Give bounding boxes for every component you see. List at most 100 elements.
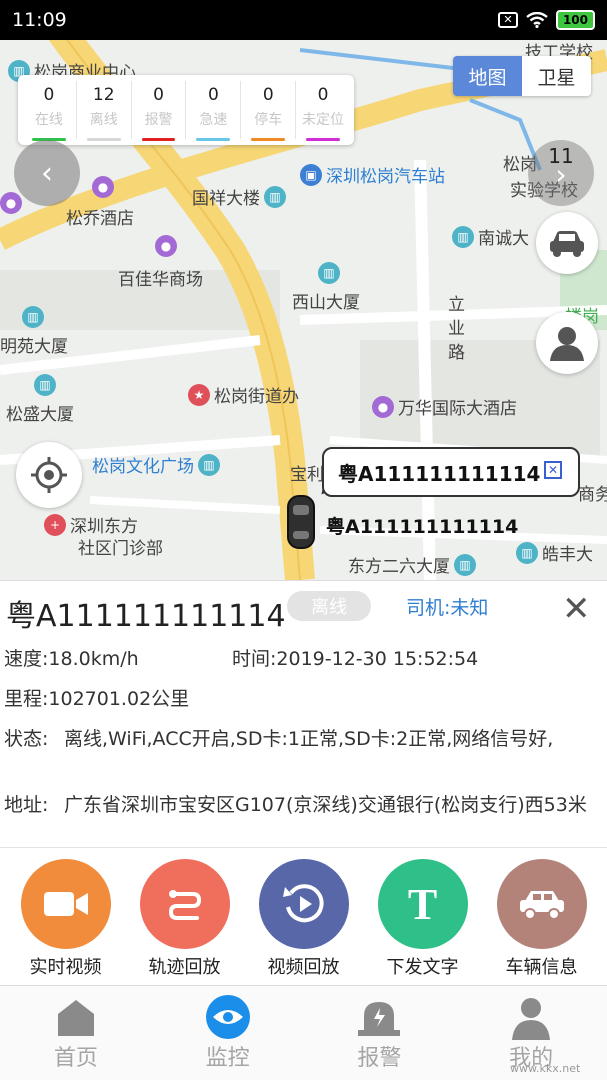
chevron-right-icon: › xyxy=(555,158,567,191)
count-speeding[interactable]: 0 急速 xyxy=(186,81,242,141)
poi: ▥ xyxy=(22,306,44,328)
hotel-icon: ● xyxy=(0,192,22,214)
hotel-icon: ● xyxy=(372,395,394,418)
car-icon xyxy=(550,231,584,257)
clinic-icon: + xyxy=(44,513,66,536)
state-value: 离线,WiFi,ACC开启,SD卡:1正常,SD卡:2正常,网络信号好, xyxy=(64,728,554,750)
popup-plate: 粤A111111111114 xyxy=(338,461,541,486)
speed-row: 速度:18.0km/h xyxy=(4,648,139,670)
user-icon xyxy=(455,994,607,1040)
address-label: 地址: xyxy=(4,794,49,816)
status-time: 11:09 xyxy=(12,9,67,31)
poi: 宝利 xyxy=(290,465,324,485)
poi: ▥ xyxy=(34,374,56,396)
poi: 路 xyxy=(448,343,465,363)
vehicle-marker[interactable] xyxy=(287,495,315,549)
poi: 松乔酒店 xyxy=(66,209,134,229)
previous-vehicle-button[interactable]: ‹ xyxy=(14,140,80,206)
wifi-icon xyxy=(526,12,548,28)
poi: ▥ 南诚大 xyxy=(452,224,529,249)
send-text-button[interactable]: T 下发文字 xyxy=(368,859,478,979)
building-icon: ▥ xyxy=(264,185,286,208)
battery-indicator: 100 xyxy=(555,10,595,30)
count-alarm[interactable]: 0 报警 xyxy=(132,81,187,141)
tab-monitor[interactable]: 监控 xyxy=(152,986,304,1080)
tab-alarm[interactable]: 报警 xyxy=(304,986,456,1080)
track-playback-button[interactable]: 轨迹回放 xyxy=(130,859,240,979)
vehicle-popup[interactable]: 粤A111111111114 ✕ xyxy=(322,447,580,497)
vehicle-plate: 粤A111111111114 xyxy=(6,599,286,634)
vehicle-status-counts: 0 在线 12 离线 0 报警 0 急速 0 停车 0 未定位 xyxy=(18,75,354,145)
poi: ● xyxy=(155,235,177,257)
building-icon: ▥ xyxy=(454,553,476,576)
video-camera-icon xyxy=(20,859,111,949)
poi: 国祥大楼 ▥ xyxy=(192,184,286,209)
poi: ● 万华国际大酒店 xyxy=(372,394,517,419)
poi: 业 xyxy=(448,319,465,339)
building-icon: ▥ xyxy=(22,306,44,328)
count-indicator xyxy=(306,138,340,141)
building-icon: ▥ xyxy=(34,374,56,396)
poi: 明苑大厦 xyxy=(0,337,68,357)
building-icon: ▥ xyxy=(516,541,538,564)
no-sim-icon: ✕ xyxy=(497,12,518,28)
status-icons: ✕ 100 xyxy=(497,10,595,30)
tab-home[interactable]: 首页 xyxy=(0,986,152,1080)
vehicle-list-button[interactable] xyxy=(536,212,598,274)
poi: ▥ xyxy=(318,262,340,284)
poi: ★ 松岗街道办 xyxy=(188,382,299,407)
video-playback-button[interactable]: 视频回放 xyxy=(249,859,359,979)
map-type-satellite[interactable]: 卫星 xyxy=(522,56,591,96)
poi: 立 xyxy=(448,295,465,315)
state-label: 状态: xyxy=(4,728,49,750)
locate-button[interactable] xyxy=(16,442,82,508)
map-type-toggle: 地图 卫星 xyxy=(453,56,591,96)
vehicle-marker-label: 粤A111111111114 xyxy=(326,516,519,538)
status-bar: 11:09 ✕ 100 xyxy=(0,0,607,40)
driver-info[interactable]: 司机:未知 xyxy=(406,593,488,620)
action-buttons: 实时视频 轨迹回放 视频回放 T 下发文字 车辆信息 xyxy=(0,859,607,979)
mileage-row: 里程:102701.02公里 xyxy=(4,688,190,710)
count-offline[interactable]: 12 离线 xyxy=(77,81,132,141)
count-parked[interactable]: 0 停车 xyxy=(241,81,297,141)
time-row: 时间:2019-12-30 15:52:54 xyxy=(232,648,479,670)
vehicle-info-button[interactable]: 车辆信息 xyxy=(487,859,597,979)
shopping-icon: ● xyxy=(155,235,177,257)
poi: 商务 xyxy=(578,485,607,505)
speed-value: 18.0km/h xyxy=(48,648,139,670)
poi: 松岗文化广场 ▥ xyxy=(92,452,220,477)
driver-button[interactable] xyxy=(536,312,598,374)
mileage-value: 102701.02公里 xyxy=(48,688,190,710)
hotel-icon: ● xyxy=(92,176,114,198)
address-value: 广东省深圳市宝安区G107(京深线)交通银行(松岗支行)西53米 xyxy=(64,794,587,816)
government-icon: ★ xyxy=(188,383,210,406)
next-vehicle-button[interactable]: 11 › xyxy=(528,140,594,206)
poi: 社区门诊部 xyxy=(78,539,163,559)
count-indicator xyxy=(141,138,176,141)
car-icon xyxy=(496,859,587,949)
vehicle-detail-panel: 粤A111111111114 离线 司机:未知 ✕ 速度:18.0km/h 时间… xyxy=(0,580,607,985)
status-badge: 离线 xyxy=(287,591,371,621)
poi: 松盛大厦 xyxy=(6,405,74,425)
time-value: 2019-12-30 15:52:54 xyxy=(276,648,479,670)
park-icon: ▥ xyxy=(198,453,220,476)
bus-icon: ▣ xyxy=(300,163,322,186)
eye-icon xyxy=(152,994,304,1040)
watermark: www.kkx.net xyxy=(510,1062,581,1075)
text-icon: T xyxy=(377,859,468,949)
poi: 百佳华商场 xyxy=(118,270,203,290)
poi: ▥ 皓丰大 xyxy=(516,540,593,565)
close-icon[interactable]: ✕ xyxy=(562,589,591,629)
count-online[interactable]: 0 在线 xyxy=(22,81,77,141)
live-video-button[interactable]: 实时视频 xyxy=(11,859,121,979)
count-unlocated[interactable]: 0 未定位 xyxy=(296,81,350,141)
count-indicator xyxy=(196,138,231,141)
popup-close-icon[interactable]: ✕ xyxy=(544,461,562,479)
count-indicator xyxy=(86,138,121,141)
crosshair-icon xyxy=(31,457,67,493)
person-icon xyxy=(550,327,584,361)
home-icon xyxy=(0,994,152,1040)
map-type-standard[interactable]: 地图 xyxy=(453,56,522,96)
route-icon xyxy=(139,859,230,949)
alarm-icon xyxy=(304,994,456,1040)
